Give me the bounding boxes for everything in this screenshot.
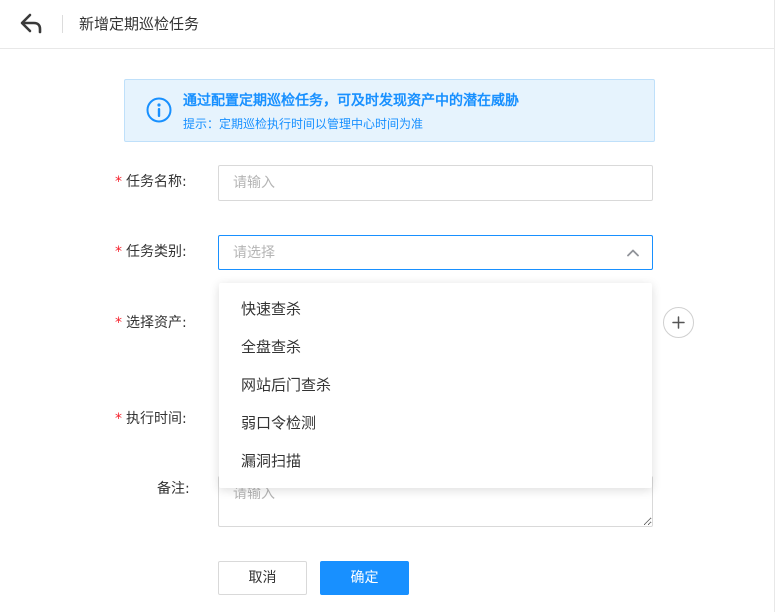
- alert-subtitle: 提示：定期巡检执行时间以管理中心时间为准: [183, 117, 424, 131]
- task-type-label: * 任务类别:: [115, 242, 187, 262]
- task-type-dropdown: 快速查杀 全盘查杀 网站后门查杀 弱口令检测 漏洞扫描: [219, 283, 652, 488]
- add-asset-button[interactable]: [663, 307, 694, 338]
- required-mark: *: [115, 411, 122, 427]
- page: 新增定期巡检任务 通过配置定期巡检任务，可及时发现资产中的潜在威胁 提示：定期巡…: [0, 0, 775, 612]
- remark-label: 备注:: [157, 481, 190, 497]
- back-arrow-icon: [20, 13, 42, 34]
- task-type-select[interactable]: 请选择: [218, 235, 653, 270]
- assets-label-text: 选择资产:: [126, 315, 187, 331]
- header-divider: [62, 15, 63, 33]
- dropdown-option[interactable]: 全盘查杀: [219, 328, 652, 366]
- confirm-button[interactable]: 确定: [320, 561, 409, 595]
- plus-icon: [672, 316, 685, 329]
- task-type-label-text: 任务类别:: [126, 244, 187, 260]
- task-type-placeholder: 请选择: [233, 245, 275, 261]
- task-name-label: * 任务名称:: [115, 172, 187, 192]
- dropdown-option[interactable]: 漏洞扫描: [219, 442, 652, 480]
- cancel-button[interactable]: 取消: [218, 561, 307, 595]
- page-title: 新增定期巡检任务: [79, 15, 200, 33]
- exec-time-label-text: 执行时间:: [126, 411, 187, 427]
- info-circle-icon: [146, 97, 172, 123]
- back-button[interactable]: [18, 11, 46, 37]
- required-mark: *: [115, 244, 122, 260]
- page-header: 新增定期巡检任务: [0, 0, 775, 49]
- required-mark: *: [115, 174, 122, 190]
- dropdown-option[interactable]: 快速查杀: [219, 290, 652, 328]
- dropdown-option[interactable]: 网站后门查杀: [219, 366, 652, 404]
- required-mark: *: [115, 315, 122, 331]
- exec-time-label: * 执行时间:: [115, 409, 187, 429]
- chevron-up-icon: [627, 249, 639, 257]
- task-name-label-text: 任务名称:: [126, 174, 187, 190]
- info-alert: 通过配置定期巡检任务，可及时发现资产中的潜在威胁 提示：定期巡检执行时间以管理中…: [124, 79, 655, 142]
- dropdown-option[interactable]: 弱口令检测: [219, 404, 652, 442]
- alert-title: 通过配置定期巡检任务，可及时发现资产中的潜在威胁: [183, 93, 519, 109]
- assets-label: * 选择资产:: [115, 313, 187, 333]
- task-name-input[interactable]: [218, 165, 653, 201]
